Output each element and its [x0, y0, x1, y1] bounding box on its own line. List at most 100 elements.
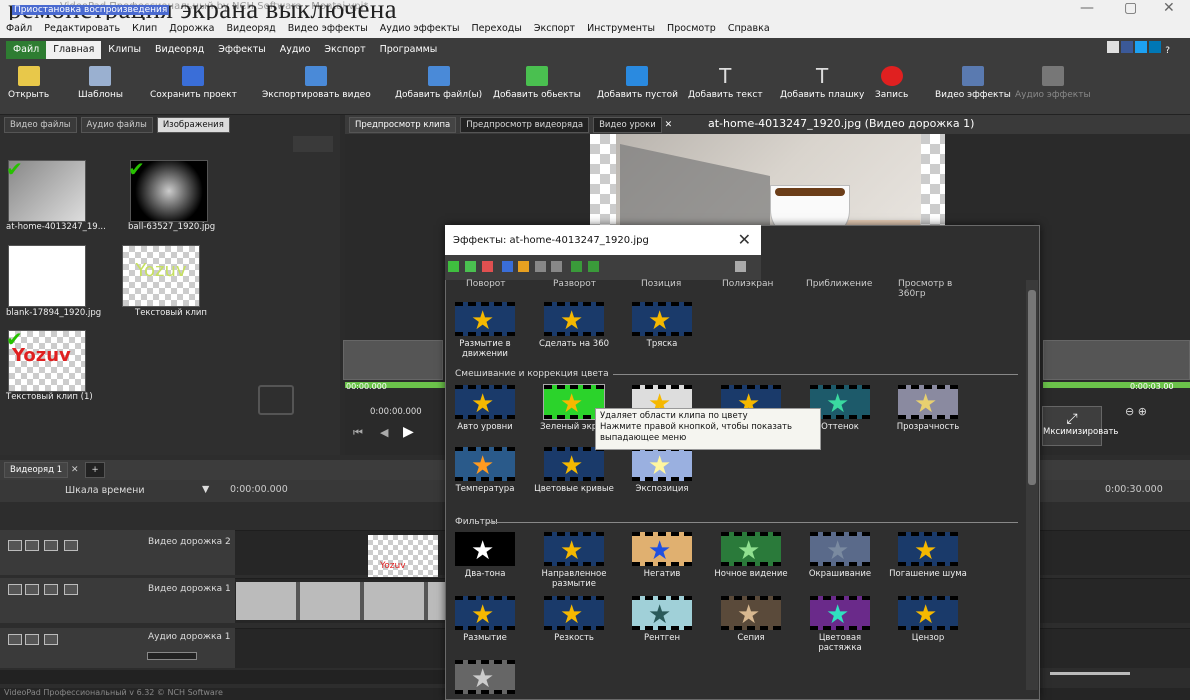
close-tab-icon[interactable]: ✕: [662, 120, 673, 130]
menu-file[interactable]: Файл: [0, 20, 38, 34]
add-objects-button[interactable]: Добавить обьекты: [493, 64, 581, 100]
tab-sequence[interactable]: Видеоряд: [148, 41, 211, 59]
track-eye-icon[interactable]: [25, 584, 39, 595]
like-icon[interactable]: [1107, 41, 1120, 53]
tab-audio[interactable]: Аудио: [273, 41, 318, 59]
play-icon[interactable]: ▶: [403, 424, 414, 440]
to-start-icon[interactable]: ⏮: [353, 426, 363, 440]
effect-tint[interactable]: ★ Окрашивание: [800, 532, 880, 579]
timeline-text-clip[interactable]: Yozuv: [368, 535, 438, 577]
timeline-zoom-slider[interactable]: [1050, 672, 1130, 675]
add-blank-button[interactable]: Добавить пустой: [597, 64, 678, 100]
effect-xray[interactable]: ★ Рентген: [622, 596, 702, 643]
horizontal-scrollbar[interactable]: [0, 670, 445, 684]
effect-night-vision[interactable]: ★ Ночное видение: [711, 532, 791, 579]
chevron-down-icon[interactable]: ▼: [202, 484, 209, 495]
copy-icon[interactable]: [535, 261, 546, 272]
effect-motion-blur[interactable]: ★ Размытие в движении: [445, 302, 525, 359]
tab-home[interactable]: Главная: [46, 41, 102, 59]
tab-video-files[interactable]: Видео файлы: [4, 117, 77, 133]
arrow-up-icon[interactable]: [588, 261, 599, 272]
effect-label[interactable]: Полиэкран: [722, 279, 773, 289]
maximize-button[interactable]: ⤢ Мксимизировать: [1042, 406, 1118, 446]
remove-effect-icon[interactable]: [482, 261, 493, 272]
audio-effects-button[interactable]: Аудио эффекты: [1015, 64, 1091, 100]
menu-audio-effects[interactable]: Аудио эффекты: [374, 20, 466, 34]
export-video-button[interactable]: Экспортировать видео: [262, 64, 371, 100]
bin-thumb-text-clip[interactable]: Yozuv: [122, 245, 200, 307]
effect-blur[interactable]: ★ Размытие: [445, 596, 525, 643]
record-button[interactable]: Запись: [875, 64, 908, 100]
linkedin-icon[interactable]: [1149, 41, 1162, 53]
track-lock-icon[interactable]: [64, 584, 78, 595]
menu-export[interactable]: Экспорт: [528, 20, 581, 34]
add-sequence-button[interactable]: +: [85, 462, 105, 478]
effect-label[interactable]: Разворот: [553, 279, 596, 289]
help-icon[interactable]: ?: [1165, 46, 1170, 56]
track-eye-icon[interactable]: [25, 540, 39, 551]
effect-exposure[interactable]: ★ Экспозиция: [622, 447, 702, 494]
menu-tools[interactable]: Инструменты: [581, 20, 661, 34]
menu-sequence[interactable]: Видеоряд: [220, 20, 281, 34]
track-lock-icon[interactable]: [44, 634, 58, 645]
menu-view[interactable]: Просмотр: [661, 20, 722, 34]
video-effects-button[interactable]: Видео эффекты: [935, 64, 1011, 100]
effect-transparency[interactable]: ★ Прозрачность: [888, 385, 968, 432]
effect-negative[interactable]: ★ Негатив: [622, 532, 702, 579]
templates-button[interactable]: Шаблоны: [78, 64, 123, 100]
effect-label[interactable]: Позиция: [641, 279, 681, 289]
speaker-icon[interactable]: [25, 634, 39, 645]
twitter-icon[interactable]: [1135, 41, 1148, 53]
effect-label[interactable]: Приближение: [806, 279, 872, 289]
save-preset-icon[interactable]: [502, 261, 513, 272]
save-project-button[interactable]: Сохранить проект: [150, 64, 237, 100]
add-to-clip-icon[interactable]: [465, 261, 476, 272]
close-dialog-icon[interactable]: ✕: [738, 230, 751, 249]
effect-censor[interactable]: ★ Цензор: [888, 596, 968, 643]
tab-video-lessons[interactable]: Видео уроки: [593, 117, 662, 133]
tab-clips[interactable]: Клипы: [101, 41, 148, 59]
menu-video-effects[interactable]: Видео эффекты: [282, 20, 374, 34]
close-tab-icon[interactable]: ✕: [68, 465, 81, 475]
track-toggle-icon[interactable]: [8, 540, 22, 551]
effect-sepia[interactable]: ★ Сепия: [711, 596, 791, 643]
track-grid-icon[interactable]: [44, 584, 58, 595]
effect-color-stretch[interactable]: ★ Цветовая растяжка: [800, 596, 880, 653]
effect-shake[interactable]: ★ Тряска: [622, 302, 702, 349]
effect-make-360[interactable]: ★ Сделать на 360: [534, 302, 614, 349]
volume-slider[interactable]: [147, 652, 197, 660]
bin-thumb-blank[interactable]: [8, 245, 86, 307]
tab-images[interactable]: Изображения: [156, 117, 230, 133]
tab-sequence-preview[interactable]: Предпросмотр видеоряда: [460, 117, 590, 133]
prev-frame-icon[interactable]: ◀: [380, 426, 388, 439]
effect-noise-reduction[interactable]: ★ Погашение шума: [888, 532, 968, 579]
track-toggle-icon[interactable]: [8, 584, 22, 595]
effect-grayscale[interactable]: ★: [445, 660, 525, 694]
pin-icon[interactable]: [735, 261, 746, 272]
bin-view-toggle[interactable]: [293, 136, 333, 152]
effect-auto-levels[interactable]: ★ Авто уровни: [445, 385, 525, 432]
tab-audio-files[interactable]: Аудио файлы: [80, 117, 153, 133]
effect-two-tone[interactable]: ★ Два-тона: [445, 532, 525, 579]
effect-temperature[interactable]: ★ Температура: [445, 447, 525, 494]
zoom-out-icon[interactable]: ⊖ ⊕: [1125, 405, 1147, 418]
tab-file[interactable]: Файл: [6, 41, 47, 59]
pause-playback-tag[interactable]: Приостановка воспроизведения: [12, 5, 170, 15]
facebook-icon[interactable]: [1121, 41, 1134, 53]
effect-color-curves[interactable]: ★ Цветовые кривые: [534, 447, 614, 494]
tab-clip-preview[interactable]: Предпросмотр клипа: [349, 117, 457, 133]
tab-export[interactable]: Экспорт: [317, 41, 372, 59]
add-files-button[interactable]: Добавить файл(ы): [395, 64, 482, 100]
paste-icon[interactable]: [551, 261, 562, 272]
add-effect-icon[interactable]: [448, 261, 459, 272]
tab-sequence-1[interactable]: Видеоряд 1: [4, 462, 69, 478]
restore-button[interactable]: ▢: [1124, 0, 1137, 16]
tab-programs[interactable]: Программы: [373, 41, 445, 59]
menu-transitions[interactable]: Переходы: [466, 20, 528, 34]
effect-label[interactable]: Поворот: [466, 279, 506, 289]
effect-directional-blur[interactable]: ★ Направленное размытие: [534, 532, 614, 589]
track-toggle-icon[interactable]: [8, 634, 22, 645]
menu-help[interactable]: Справка: [722, 20, 776, 34]
effect-label[interactable]: Просмотр в 360гр: [898, 279, 978, 299]
add-caption-button[interactable]: T Добавить плашку: [780, 64, 864, 100]
